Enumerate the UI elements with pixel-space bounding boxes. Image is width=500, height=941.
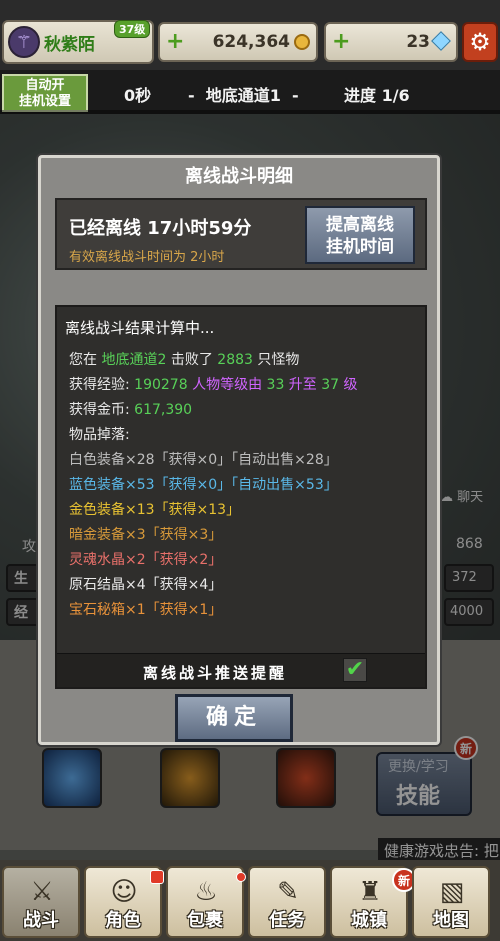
map-icon: ▧ xyxy=(439,877,465,907)
top-bar: ⚚ 秋紫陌 37级 + 624,364 + 23 ⚙ xyxy=(0,0,500,70)
exp-summary: 获得经验: 190278 人物等级由 33 升至 37 级 xyxy=(69,374,358,394)
defeat-mid: 击败了 xyxy=(166,352,218,368)
nav-town[interactable]: ♜ 城镇 新 xyxy=(330,866,416,938)
push-notification-checkbox[interactable]: ✔ xyxy=(343,658,367,682)
extend-button-line1: 提高离线 xyxy=(326,215,394,235)
drop-dark-gold-gear: 暗金装备×3「获得×3」 xyxy=(69,527,223,543)
nav-battle[interactable]: ⚔ 战斗 xyxy=(2,866,80,938)
gold-summary: 获得金币: 617,390 xyxy=(69,399,192,419)
battle-result-panel: 离线战斗结果计算中... 您在 地底通道2 击败了 2883 只怪物 获得经验:… xyxy=(55,305,427,689)
confirm-button[interactable]: 确定 xyxy=(175,694,293,742)
level-from: 33 xyxy=(266,377,285,393)
drop-gold-gear: 金色装备×13「获得×13」 xyxy=(69,502,241,518)
defeat-post: 只怪物 xyxy=(252,352,300,368)
drop-white-gear: 白色装备×28「获得×0」「自动出售×28」 xyxy=(69,452,338,468)
staff-icon: ⚚ xyxy=(8,26,40,58)
defeat-summary: 您在 地底通道2 击败了 2883 只怪物 xyxy=(69,349,299,369)
player-card[interactable]: ⚚ 秋紫陌 37级 xyxy=(2,20,154,64)
gold-counter[interactable]: + 624,364 xyxy=(158,22,318,62)
drop-soul-crystal: 灵魂水晶×2「获得×2」 xyxy=(69,552,223,568)
bottom-nav: ⚔ 战斗 ☺ 角色 ♨ 包裹 ✎ 任务 ♜ 城镇 新 ▧ 地图 xyxy=(0,860,500,941)
drop-gem-chest: 宝石秘箱×1「获得×1」 xyxy=(69,602,223,618)
level-badge: 37级 xyxy=(114,20,151,38)
exp-label: 获得经验: xyxy=(69,377,135,393)
result-header: 离线战斗结果计算中... xyxy=(65,319,215,337)
gold-value: 617,390 xyxy=(134,402,193,418)
quest-icon: ✎ xyxy=(277,877,299,907)
offline-time-panel: 已经离线 17小时59分 有效离线战斗时间为 2小时 提高离线 挂机时间 xyxy=(55,198,427,270)
nav-label: 战斗 xyxy=(23,910,59,931)
nav-map[interactable]: ▧ 地图 xyxy=(412,866,490,938)
defeat-map: 地底通道2 xyxy=(101,352,167,368)
gear-icon[interactable]: ⚙ xyxy=(462,22,498,62)
offline-battle-dialog: 离线战斗明细 已经离线 17小时59分 有效离线战斗时间为 2小时 提高离线 挂… xyxy=(38,155,440,745)
location-name: - 地底通道1 - xyxy=(188,86,299,105)
notify-flag-icon xyxy=(150,870,164,884)
drop-blue-gear: 蓝色装备×53「获得×0」「自动出售×53」 xyxy=(69,477,338,493)
extend-offline-time-button[interactable]: 提高离线 挂机时间 xyxy=(305,206,415,264)
stage-progress: 进度 1/6 xyxy=(344,86,410,105)
gem-icon xyxy=(431,31,451,51)
extend-button-line2: 挂机时间 xyxy=(326,237,394,257)
coin-icon xyxy=(294,34,310,50)
level-to: 37 xyxy=(321,377,340,393)
nav-label: 包裹 xyxy=(187,910,223,931)
effective-duration: 有效离线战斗时间为 2小时 xyxy=(69,250,225,265)
gold-label: 获得金币: xyxy=(69,402,135,418)
bag-icon: ♨ xyxy=(194,877,218,907)
nav-label: 角色 xyxy=(105,910,141,931)
notify-dot-icon xyxy=(236,872,246,882)
player-name: 秋紫陌 xyxy=(44,35,95,55)
swords-icon: ⚔ xyxy=(30,877,54,907)
nav-character[interactable]: ☺ 角色 xyxy=(84,866,164,938)
push-notification-row: 离线战斗推送提醒 ✔ xyxy=(57,653,425,687)
exp-text-3: 级 xyxy=(339,377,358,393)
nav-label: 任务 xyxy=(269,910,305,931)
plus-icon[interactable]: + xyxy=(166,30,184,54)
exp-text-1: 人物等级由 xyxy=(187,377,267,393)
battle-timer: 0秒 xyxy=(124,86,152,105)
nav-label: 城镇 xyxy=(351,910,387,931)
drop-raw-crystal: 原石结晶×4「获得×4」 xyxy=(69,577,223,593)
auto-button-line2: 挂机设置 xyxy=(18,94,71,109)
auto-idle-settings-button[interactable]: 自动开 挂机设置 xyxy=(2,74,88,112)
drops-label: 物品掉落: xyxy=(69,427,130,443)
character-icon: ☺ xyxy=(110,877,138,907)
push-notification-label: 离线战斗推送提醒 xyxy=(143,664,288,682)
defeat-count: 2883 xyxy=(217,352,253,368)
gem-value: 23 xyxy=(406,32,430,52)
town-icon: ♜ xyxy=(358,877,382,907)
exp-text-2: 升至 xyxy=(284,377,322,393)
defeat-pre: 您在 xyxy=(69,352,102,368)
gold-value: 624,364 xyxy=(212,32,290,52)
plus-icon[interactable]: + xyxy=(332,30,350,54)
nav-label: 地图 xyxy=(433,910,469,931)
dialog-title: 离线战斗明细 xyxy=(185,166,293,187)
exp-value: 190278 xyxy=(134,377,188,393)
nav-quest[interactable]: ✎ 任务 xyxy=(248,866,326,938)
nav-bag[interactable]: ♨ 包裹 xyxy=(166,866,246,938)
gem-counter[interactable]: + 23 xyxy=(324,22,458,62)
auto-button-line1: 自动开 xyxy=(25,78,65,93)
offline-duration: 已经离线 17小时59分 xyxy=(69,218,252,239)
status-bar: 自动开 挂机设置 0秒 - 地底通道1 - 进度 1/6 xyxy=(0,70,500,114)
